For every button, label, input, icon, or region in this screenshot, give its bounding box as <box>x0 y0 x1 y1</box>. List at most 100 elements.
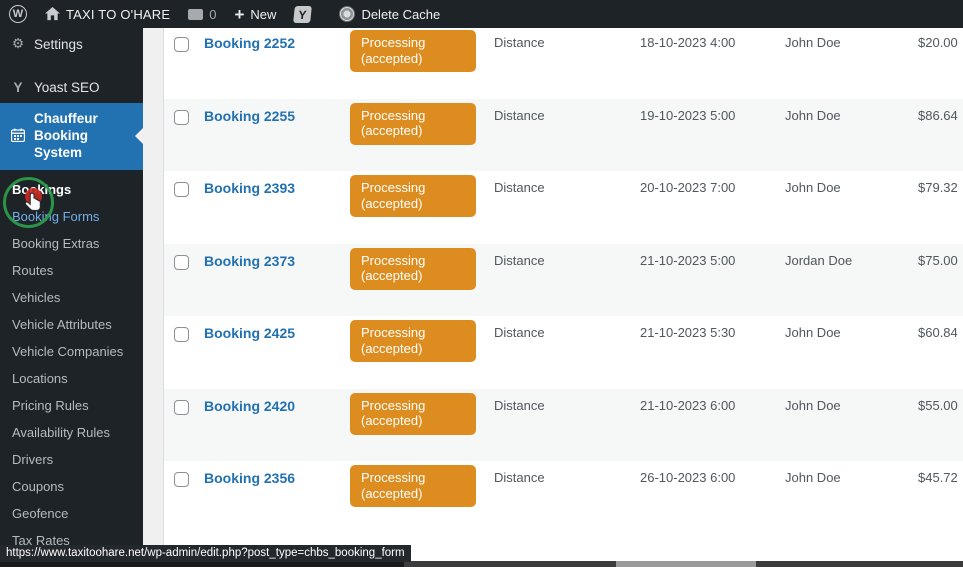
comments-icon <box>188 9 203 20</box>
booking-status-badge: Processing (accepted) <box>350 103 476 145</box>
submenu-item-label: Locations <box>12 371 68 386</box>
pickup-date-cell: 21-10-2023 5:00 <box>640 253 785 268</box>
wp-admin-bar: W TAXI TO O'HARE 0 + New Y Delete Cache <box>0 0 963 28</box>
main-content: Booking 2252 Processing (accepted) Dista… <box>143 28 963 567</box>
booking-status-badge: Processing (accepted) <box>350 393 476 435</box>
delete-cache-button[interactable]: Delete Cache <box>330 0 449 28</box>
sidebar-submenu-item-pricing-rules[interactable]: Pricing Rules <box>0 392 143 419</box>
table-row: Booking 2393 Processing (accepted) Dista… <box>164 171 963 244</box>
cache-icon <box>339 6 355 22</box>
table-row: Booking 2252 Processing (accepted) Dista… <box>164 28 963 99</box>
booking-status-badge: Processing (accepted) <box>350 320 476 362</box>
sidebar-submenu-item-booking-extras[interactable]: Booking Extras <box>0 230 143 257</box>
booking-title-link[interactable]: Booking 2420 <box>204 398 295 414</box>
row-checkbox[interactable] <box>174 110 189 125</box>
submenu-item-label: Booking Extras <box>12 236 99 251</box>
new-label: New <box>250 7 276 22</box>
row-checkbox[interactable] <box>174 400 189 415</box>
client-cell: John Doe <box>785 35 918 50</box>
booking-status-badge: Processing (accepted) <box>350 248 476 290</box>
service-type-cell: Distance <box>494 325 640 340</box>
table-row: Booking 2420 Processing (accepted) Dista… <box>164 389 963 462</box>
calendar-icon <box>10 128 26 145</box>
sidebar-submenu-item-drivers[interactable]: Drivers <box>0 446 143 473</box>
price-cell: $20.00 <box>918 35 963 50</box>
table-row: Booking 2425 Processing (accepted) Dista… <box>164 316 963 389</box>
pickup-date-cell: 26-10-2023 6:00 <box>640 470 785 485</box>
table-row: Booking 2356 Processing (accepted) Dista… <box>164 461 963 534</box>
service-type-cell: Distance <box>494 398 640 413</box>
row-checkbox[interactable] <box>174 182 189 197</box>
chauffeur-submenu: Bookings Booking Forms Booking Extras Ro… <box>0 170 143 567</box>
sidebar-item-label: Chauffeur Booking System <box>34 111 133 162</box>
sidebar-submenu-item-availability-rules[interactable]: Availability Rules <box>0 419 143 446</box>
sidebar-submenu-item-geofence[interactable]: Geofence <box>0 500 143 527</box>
sidebar-item-label: Yoast SEO <box>34 80 100 95</box>
sidebar-submenu-item-booking-forms[interactable]: Booking Forms <box>0 203 143 230</box>
booking-title-link[interactable]: Booking 2393 <box>204 180 295 196</box>
pickup-date-cell: 20-10-2023 7:00 <box>640 180 785 195</box>
site-name-link[interactable]: TAXI TO O'HARE <box>36 0 179 28</box>
home-icon <box>45 7 60 21</box>
submenu-item-label: Booking Forms <box>12 209 99 224</box>
comments-count: 0 <box>209 7 216 22</box>
sidebar-submenu-item-coupons[interactable]: Coupons <box>0 473 143 500</box>
submenu-item-label: Drivers <box>12 452 53 467</box>
table-row: Booking 2373 Processing (accepted) Dista… <box>164 244 963 317</box>
wp-logo-menu[interactable]: W <box>0 0 36 28</box>
bookings-table: Booking 2252 Processing (accepted) Dista… <box>163 28 963 567</box>
client-cell: John Doe <box>785 108 918 123</box>
screen: W TAXI TO O'HARE 0 + New Y Delete Cache … <box>0 0 963 567</box>
booking-title-link[interactable]: Booking 2425 <box>204 325 295 341</box>
client-cell: John Doe <box>785 470 918 485</box>
wordpress-logo-icon: W <box>9 5 27 23</box>
video-progress-segment <box>616 561 756 567</box>
sidebar-submenu-item-vehicles[interactable]: Vehicles <box>0 284 143 311</box>
comments-menu[interactable]: 0 <box>179 0 225 28</box>
sidebar-submenu-item-vehicle-companies[interactable]: Vehicle Companies <box>0 338 143 365</box>
service-type-cell: Distance <box>494 470 640 485</box>
new-content-menu[interactable]: + New <box>225 0 285 28</box>
pickup-date-cell: 21-10-2023 5:30 <box>640 325 785 340</box>
sidebar-item-chauffeur-booking-system[interactable]: Chauffeur Booking System <box>0 103 143 170</box>
pickup-date-cell: 18-10-2023 4:00 <box>640 35 785 50</box>
row-checkbox[interactable] <box>174 37 189 52</box>
row-checkbox[interactable] <box>174 327 189 342</box>
site-name: TAXI TO O'HARE <box>66 7 170 22</box>
row-checkbox[interactable] <box>174 255 189 270</box>
bookings-rows: Booking 2252 Processing (accepted) Dista… <box>164 28 963 534</box>
service-type-cell: Distance <box>494 253 640 268</box>
submenu-item-label: Routes <box>12 263 53 278</box>
yoast-seo-menu[interactable]: Y <box>285 0 320 28</box>
client-cell: John Doe <box>785 180 918 195</box>
sidebar-submenu-item-bookings[interactable]: Bookings <box>0 176 143 203</box>
sidebar-submenu-item-locations[interactable]: Locations <box>0 365 143 392</box>
submenu-item-label: Bookings <box>12 182 71 197</box>
submenu-item-label: Coupons <box>12 479 64 494</box>
sidebar-item-label: Settings <box>34 37 83 52</box>
pickup-date-cell: 21-10-2023 6:00 <box>640 398 785 413</box>
sidebar-submenu-item-routes[interactable]: Routes <box>0 257 143 284</box>
submenu-item-label: Vehicles <box>12 290 60 305</box>
row-checkbox[interactable] <box>174 472 189 487</box>
booking-title-link[interactable]: Booking 2356 <box>204 470 295 486</box>
yoast-icon: Y <box>294 6 313 23</box>
client-cell: John Doe <box>785 325 918 340</box>
submenu-item-label: Pricing Rules <box>12 398 89 413</box>
sidebar-item-settings[interactable]: ⚙ Settings <box>0 28 143 60</box>
price-cell: $79.32 <box>918 180 963 195</box>
price-cell: $60.84 <box>918 325 963 340</box>
sidebar-submenu-item-vehicle-attributes[interactable]: Vehicle Attributes <box>0 311 143 338</box>
submenu-item-label: Vehicle Attributes <box>12 317 112 332</box>
booking-status-badge: Processing (accepted) <box>350 30 476 72</box>
booking-title-link[interactable]: Booking 2252 <box>204 35 295 51</box>
menu-separator <box>0 60 143 72</box>
service-type-cell: Distance <box>494 108 640 123</box>
booking-status-badge: Processing (accepted) <box>350 465 476 507</box>
client-cell: John Doe <box>785 398 918 413</box>
sidebar-item-yoast-seo[interactable]: Y Yoast SEO <box>0 72 143 103</box>
price-cell: $86.64 <box>918 108 963 123</box>
settings-icon: ⚙ <box>10 36 26 52</box>
booking-title-link[interactable]: Booking 2255 <box>204 108 295 124</box>
booking-title-link[interactable]: Booking 2373 <box>204 253 295 269</box>
